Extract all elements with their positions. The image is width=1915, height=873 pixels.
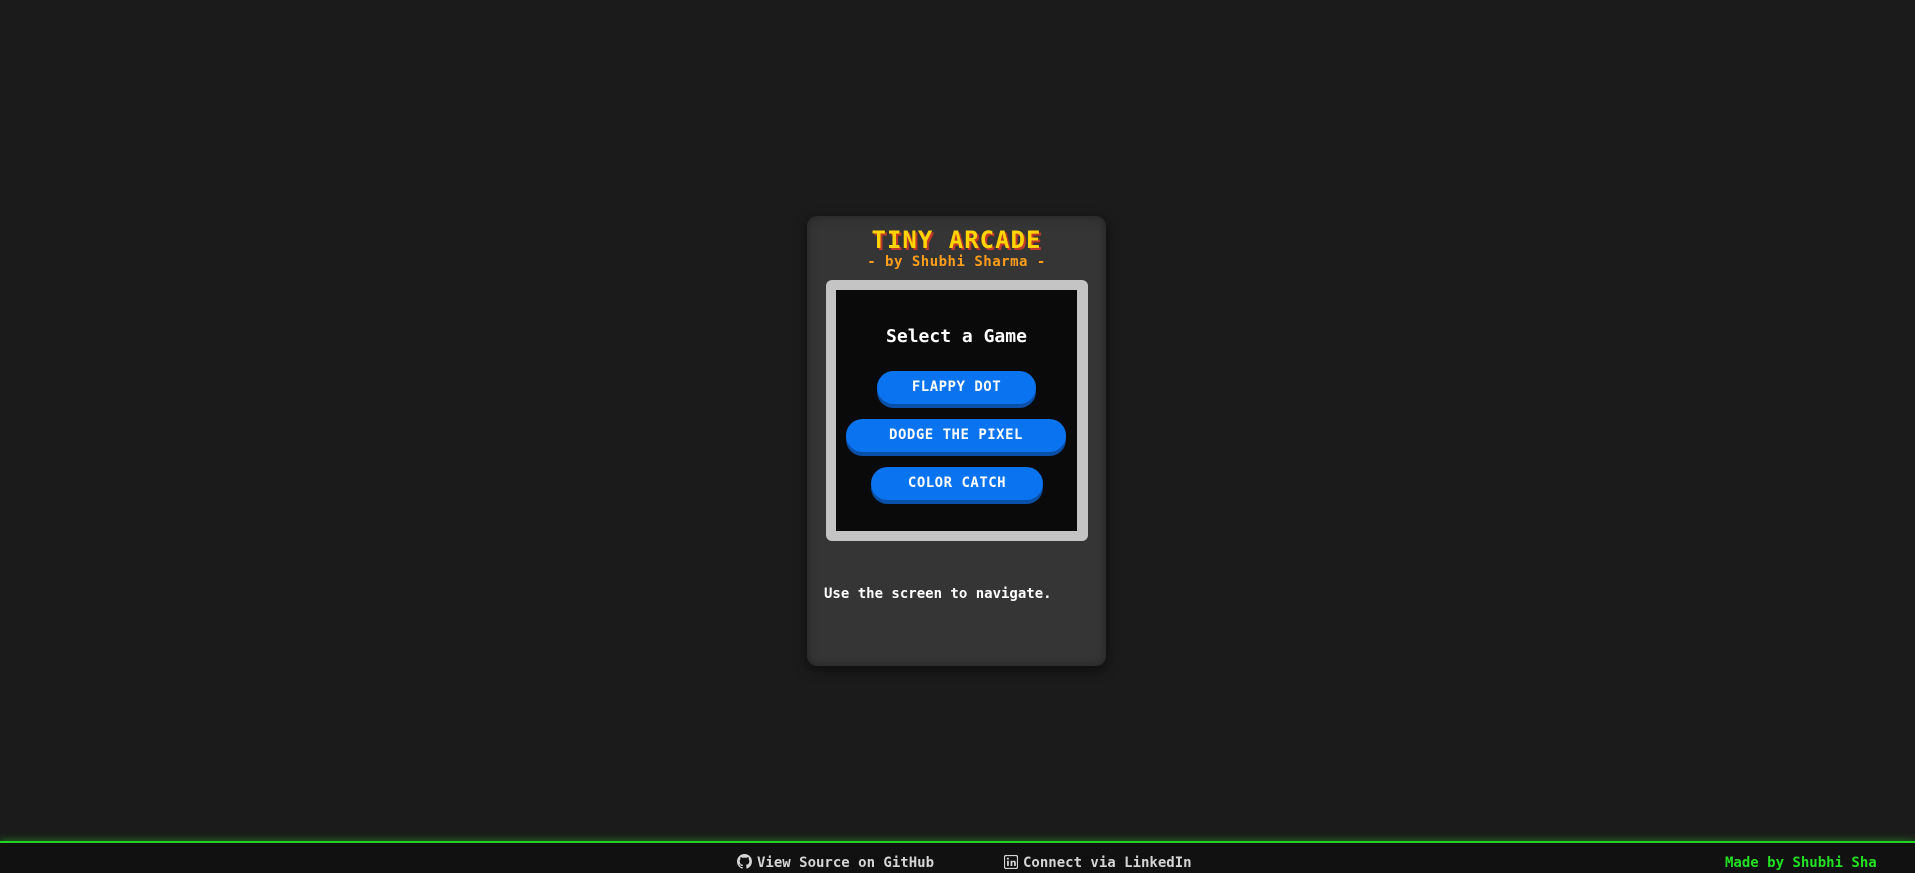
- dodge-the-pixel-button[interactable]: DODGE THE PIXEL: [846, 419, 1066, 452]
- navigation-hint: Use the screen to navigate.: [824, 586, 1052, 602]
- select-game-heading: Select a Game: [886, 326, 1027, 347]
- github-link[interactable]: View Source on GitHub: [737, 854, 934, 872]
- app-title: TINY ARCADE: [871, 226, 1042, 254]
- github-link-label: View Source on GitHub: [757, 855, 935, 871]
- linkedin-link-label: Connect via LinkedIn: [1023, 855, 1192, 871]
- game-screen: Select a Game FLAPPY DOT DODGE THE PIXEL…: [836, 290, 1077, 531]
- arcade-console: TINY ARCADE - by Shubhi Sharma - Select …: [807, 216, 1106, 666]
- linkedin-icon: [1003, 854, 1019, 870]
- made-by-credit: Made by Shubhi Sha: [1725, 855, 1877, 871]
- color-catch-button[interactable]: COLOR CATCH: [871, 467, 1043, 500]
- app-subtitle: - by Shubhi Sharma -: [867, 254, 1046, 270]
- screen-bezel: Select a Game FLAPPY DOT DODGE THE PIXEL…: [826, 280, 1088, 541]
- footer: View Source on GitHub Connect via Linked…: [0, 841, 1915, 873]
- flappy-dot-button[interactable]: FLAPPY DOT: [877, 371, 1036, 404]
- github-icon: [737, 854, 752, 869]
- linkedin-link[interactable]: Connect via LinkedIn: [1003, 854, 1192, 872]
